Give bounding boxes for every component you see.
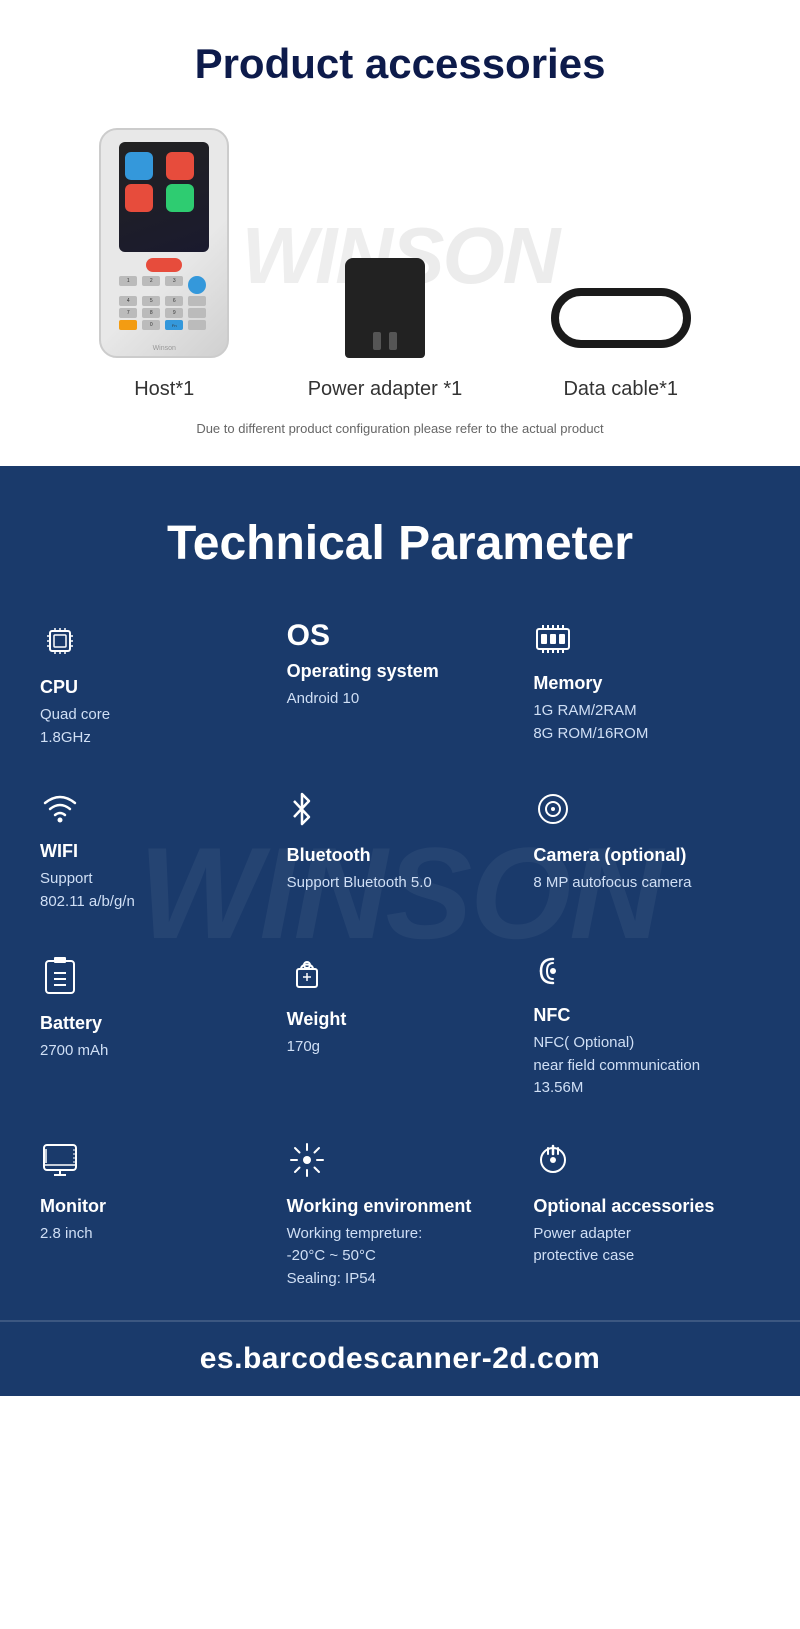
cpu-title: CPU [40,677,267,698]
tech-specs-grid: CPU Quad core1.8GHz OS Operating system … [40,621,760,1290]
accessory-cable: Data cable*1 [541,278,701,401]
spec-os: OS Operating system Android 10 [287,621,514,749]
adapter-label: Power adapter *1 [308,378,463,401]
spec-nfc: NFC NFC( Optional)near field communicati… [533,953,760,1100]
optional-value: Power adapterprotective case [533,1223,760,1268]
accessories-items: WINSON 123 456 7 [20,128,780,401]
cpu-icon [40,621,267,667]
host-device-image: 123 456 789 0Fn Winson [99,128,229,358]
spec-camera: Camera (optional) 8 MP autofocus camera [533,789,760,913]
weight-icon [287,953,514,999]
adapter-image [345,258,425,358]
camera-title: Camera (optional) [533,845,760,866]
accessory-host: 123 456 789 0Fn Winson Host*1 [99,128,229,401]
camera-value: 8 MP autofocus camera [533,872,760,895]
memory-title: Memory [533,673,760,694]
memory-value: 1G RAM/2RAM8G ROM/16ROM [533,700,760,745]
wifi-icon [40,789,267,831]
battery-value: 2700 mAh [40,1040,267,1063]
nfc-title: NFC [533,1005,760,1026]
bluetooth-icon [287,789,514,835]
nfc-value: NFC( Optional)near field communication13… [533,1032,760,1100]
accessories-title: Product accessories [20,40,780,88]
wifi-title: WIFI [40,841,267,862]
disclaimer-text: Due to different product configuration p… [20,421,780,436]
device-screen [119,142,209,252]
nfc-icon [533,953,760,995]
spec-wifi: WIFI Support802.11 a/b/g/n [40,789,267,913]
monitor-title: Monitor [40,1196,267,1217]
camera-icon [533,789,760,835]
spec-bluetooth: Bluetooth Support Bluetooth 5.0 [287,789,514,913]
battery-icon [40,953,267,1003]
bluetooth-title: Bluetooth [287,845,514,866]
spec-optional: Optional accessories Power adapterprotec… [533,1140,760,1291]
os-title: Operating system [287,661,514,682]
accessory-adapter: Power adapter *1 [308,258,463,401]
cable-image [541,278,701,358]
weight-value: 170g [287,1036,514,1059]
os-value: Android 10 [287,688,514,711]
cable-coil [551,288,691,348]
power-optional-icon [533,1140,760,1186]
os-icon: OS [287,621,514,651]
memory-icon [533,621,760,663]
spec-battery: Battery 2700 mAh [40,953,267,1100]
bluetooth-value: Support Bluetooth 5.0 [287,872,514,895]
battery-title: Battery [40,1013,267,1034]
spec-cpu: CPU Quad core1.8GHz [40,621,267,749]
cpu-value: Quad core1.8GHz [40,704,267,749]
monitor-value: 2.8 inch [40,1223,267,1246]
optional-title: Optional accessories [533,1196,760,1217]
environment-icon [287,1140,514,1186]
accessories-section: Product accessories WINSON 123 [0,0,800,466]
spec-memory: Memory 1G RAM/2RAM8G ROM/16ROM [533,621,760,749]
wifi-value: Support802.11 a/b/g/n [40,868,267,913]
weight-title: Weight [287,1009,514,1030]
spec-weight: Weight 170g [287,953,514,1100]
device-keypad: 123 456 789 0Fn [119,258,209,330]
monitor-icon [40,1140,267,1186]
footer-url: es.barcodescanner-2d.com [40,1342,760,1376]
tech-title: Technical Parameter [40,516,760,571]
adapter-prongs [373,332,397,350]
technical-section: WINSON Technical Parameter [0,466,800,1320]
scan-button-visual [146,258,182,272]
spec-environment: Working environment Working tempreture:-… [287,1140,514,1291]
environment-title: Working environment [287,1196,514,1217]
environment-value: Working tempreture:-20°C ~ 50°CSealing: … [287,1223,514,1291]
cable-label: Data cable*1 [563,378,678,401]
host-label: Host*1 [134,378,194,401]
footer: es.barcodescanner-2d.com [0,1320,800,1396]
spec-monitor: Monitor 2.8 inch [40,1140,267,1291]
